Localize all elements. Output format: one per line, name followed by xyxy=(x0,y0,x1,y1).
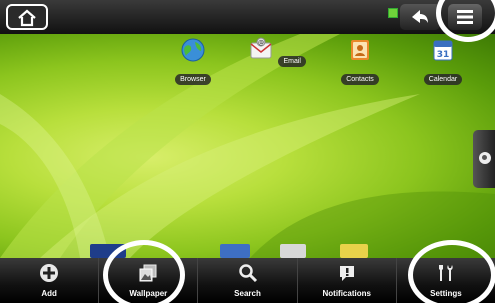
home-context-action-bar: Add Wallpaper Search Notifications Setti… xyxy=(0,258,495,303)
wallpaper-icon xyxy=(139,264,157,282)
dock-item[interactable] xyxy=(340,244,368,258)
contacts-icon xyxy=(351,40,369,60)
wallpaper-button[interactable]: Wallpaper xyxy=(99,258,199,303)
home-icon xyxy=(18,9,36,27)
home-button[interactable] xyxy=(6,4,48,30)
calendar-icon: 31 xyxy=(433,40,453,61)
action-label: Search xyxy=(234,289,261,298)
plus-circle-icon xyxy=(40,264,59,282)
action-label: Notifications xyxy=(322,289,371,298)
app-shortcut-email[interactable]: @ Email xyxy=(247,37,307,68)
search-button[interactable]: Search xyxy=(198,258,298,303)
action-label: Add xyxy=(41,289,57,298)
email-icon: @ xyxy=(250,37,272,59)
browser-globe-icon xyxy=(181,38,205,62)
settings-button[interactable]: Settings xyxy=(397,258,495,303)
notifications-icon xyxy=(339,266,354,281)
calendar-date-badge: 31 xyxy=(437,50,450,60)
add-button[interactable]: Add xyxy=(0,258,100,303)
app-label: Email xyxy=(278,56,306,67)
dock-item[interactable] xyxy=(280,244,306,258)
dock-item[interactable] xyxy=(220,244,250,258)
action-label: Settings xyxy=(430,289,462,298)
app-shortcut-calendar[interactable]: 31 Calendar xyxy=(413,37,473,86)
menu-lines-icon xyxy=(457,10,473,24)
settings-tools-icon xyxy=(438,265,453,281)
app-shortcut-contacts[interactable]: Contacts xyxy=(330,37,390,86)
action-label: Wallpaper xyxy=(129,289,168,298)
svg-text:@: @ xyxy=(258,40,264,47)
app-shortcut-browser[interactable]: Browser xyxy=(163,37,223,86)
notification-indicator-icon xyxy=(388,8,398,18)
back-button[interactable] xyxy=(400,4,440,30)
side-tab-handle-icon xyxy=(479,152,491,164)
side-launcher-tab[interactable] xyxy=(473,130,495,188)
app-label: Calendar xyxy=(423,74,463,85)
dock-item[interactable] xyxy=(90,244,126,258)
status-bar xyxy=(0,0,495,34)
notifications-button[interactable]: Notifications xyxy=(298,258,397,303)
menu-button[interactable] xyxy=(448,4,482,30)
app-label: Browser xyxy=(175,74,211,85)
partially-hidden-dock-items xyxy=(85,244,385,258)
app-label: Contacts xyxy=(341,74,379,85)
android-home-screen: Browser @ Email Contacts 31 Calendar Add… xyxy=(0,0,495,303)
back-arrow-icon xyxy=(412,10,428,23)
search-icon xyxy=(238,264,257,283)
